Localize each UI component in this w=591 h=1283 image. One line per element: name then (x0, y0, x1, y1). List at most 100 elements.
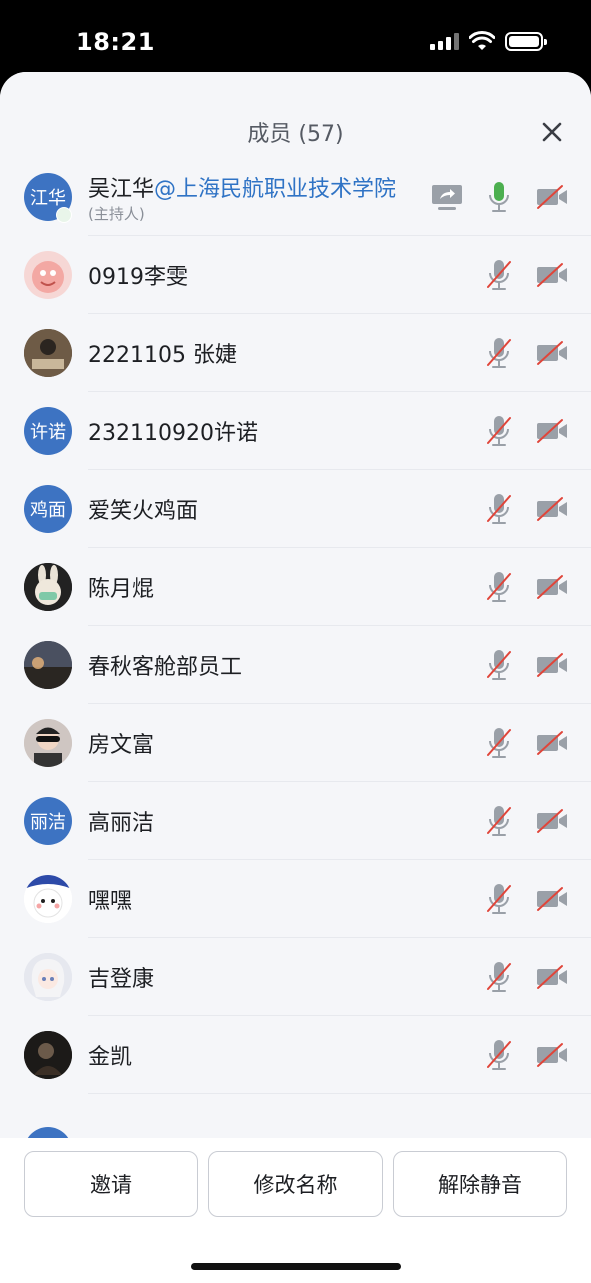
camera-button[interactable] (535, 1041, 569, 1069)
member-name: 0919李雯 (88, 265, 188, 290)
avatar (24, 719, 72, 767)
mic-muted-icon (487, 572, 511, 602)
member-role: (主持人) (88, 205, 145, 223)
camera-off-icon (537, 575, 567, 599)
cellular-signal-icon (430, 32, 459, 50)
camera-off-icon (537, 185, 567, 209)
invite-button[interactable]: 邀请 (24, 1151, 198, 1217)
member-row[interactable]: 0919李雯 (0, 236, 591, 314)
mic-button[interactable] (484, 882, 514, 916)
battery-icon (505, 31, 547, 51)
mic-muted-icon (487, 884, 511, 914)
screen-share-button[interactable] (430, 183, 464, 211)
avatar (24, 329, 72, 377)
member-list[interactable]: 江华 吴江华@上海民航职业技术学院 (主持人) 0919李雯 2221105 张… (0, 158, 591, 1138)
camera-button[interactable] (535, 183, 569, 211)
member-name: 嘿嘿 (88, 889, 133, 914)
camera-button[interactable] (535, 261, 569, 289)
mic-button[interactable] (484, 492, 514, 526)
camera-off-icon (537, 809, 567, 833)
unmute-all-button[interactable]: 解除静音 (393, 1151, 567, 1217)
member-row[interactable]: 2221105 张婕 (0, 314, 591, 392)
camera-button[interactable] (535, 495, 569, 523)
member-name: 春秋客舱部员工 (88, 655, 243, 680)
mic-on-icon (489, 182, 509, 212)
camera-off-icon (537, 731, 567, 755)
camera-button[interactable] (535, 573, 569, 601)
member-row[interactable]: 房文富 (0, 704, 591, 782)
avatar (24, 563, 72, 611)
camera-off-icon (537, 263, 567, 287)
status-bar: 18:21 (0, 0, 591, 72)
sheet-title: 成员 (57) (247, 122, 344, 147)
mic-button[interactable] (484, 180, 514, 214)
member-name: 232110920许诺 (88, 421, 258, 446)
member-name: 金凯 (88, 1045, 133, 1070)
avatar (24, 251, 72, 299)
camera-off-icon (537, 887, 567, 911)
mic-button[interactable] (484, 960, 514, 994)
camera-button[interactable] (535, 807, 569, 835)
member-row[interactable]: 金凯 (0, 1016, 591, 1094)
camera-button[interactable] (535, 417, 569, 445)
member-row[interactable]: 鸡面 爱笑火鸡面 (0, 470, 591, 548)
mic-muted-icon (487, 416, 511, 446)
mic-muted-icon (487, 1040, 511, 1070)
screen-share-icon (432, 185, 462, 210)
avatar: 鸡面 (24, 485, 72, 533)
status-time: 18:21 (76, 28, 155, 56)
camera-button[interactable] (535, 729, 569, 757)
close-icon (542, 122, 562, 142)
mic-muted-icon (487, 260, 511, 290)
mic-button[interactable] (484, 336, 514, 370)
member-row[interactable]: 许诺 232110920许诺 (0, 392, 591, 470)
mic-muted-icon (487, 962, 511, 992)
member-row[interactable]: 吉登康 (0, 938, 591, 1016)
mic-button[interactable] (484, 258, 514, 292)
camera-button[interactable] (535, 885, 569, 913)
mic-button[interactable] (484, 804, 514, 838)
members-sheet: 成员 (57) 江华 吴江华@上海民航职业技术学院 (主持人) 0919李雯 2… (0, 72, 591, 1283)
avatar (24, 641, 72, 689)
member-row-host[interactable]: 江华 吴江华@上海民航职业技术学院 (主持人) (0, 158, 591, 236)
member-row[interactable]: 陈月焜 (0, 548, 591, 626)
mic-button[interactable] (484, 414, 514, 448)
member-row[interactable]: 嘿嘿 (0, 860, 591, 938)
member-row[interactable]: 丽洁 高丽洁 (0, 782, 591, 860)
avatar (24, 953, 72, 1001)
member-name: 房文富 (88, 733, 155, 758)
camera-button[interactable] (535, 963, 569, 991)
avatar: 许诺 (24, 407, 72, 455)
member-name: 2221105 张婕 (88, 343, 237, 368)
member-name: 爱笑火鸡面 (88, 499, 199, 524)
avatar (24, 1127, 72, 1138)
wifi-icon (469, 31, 495, 50)
close-button[interactable] (536, 116, 568, 148)
mic-button[interactable] (484, 570, 514, 604)
member-row-partial[interactable] (0, 1094, 591, 1138)
mic-muted-icon (487, 650, 511, 680)
mic-button[interactable] (484, 648, 514, 682)
member-name: 高丽洁 (88, 811, 155, 836)
avatar: 丽洁 (24, 797, 72, 845)
mic-muted-icon (487, 728, 511, 758)
rename-button[interactable]: 修改名称 (208, 1151, 383, 1217)
member-name-text: 吴江华 (88, 177, 155, 202)
mic-button[interactable] (484, 1038, 514, 1072)
action-bar: 邀请 修改名称 解除静音 (0, 1138, 591, 1283)
host-badge-icon (56, 207, 72, 223)
camera-off-icon (537, 965, 567, 989)
avatar (24, 1031, 72, 1079)
mic-muted-icon (487, 806, 511, 836)
member-row[interactable]: 春秋客舱部员工 (0, 626, 591, 704)
camera-button[interactable] (535, 651, 569, 679)
mic-muted-icon (487, 338, 511, 368)
camera-off-icon (537, 497, 567, 521)
mic-button[interactable] (484, 726, 514, 760)
member-org: @上海民航职业技术学院 (154, 177, 397, 202)
mic-muted-icon (487, 494, 511, 524)
camera-button[interactable] (535, 339, 569, 367)
avatar (24, 875, 72, 923)
sheet-header: 成员 (57) (0, 72, 591, 158)
camera-off-icon (537, 653, 567, 677)
